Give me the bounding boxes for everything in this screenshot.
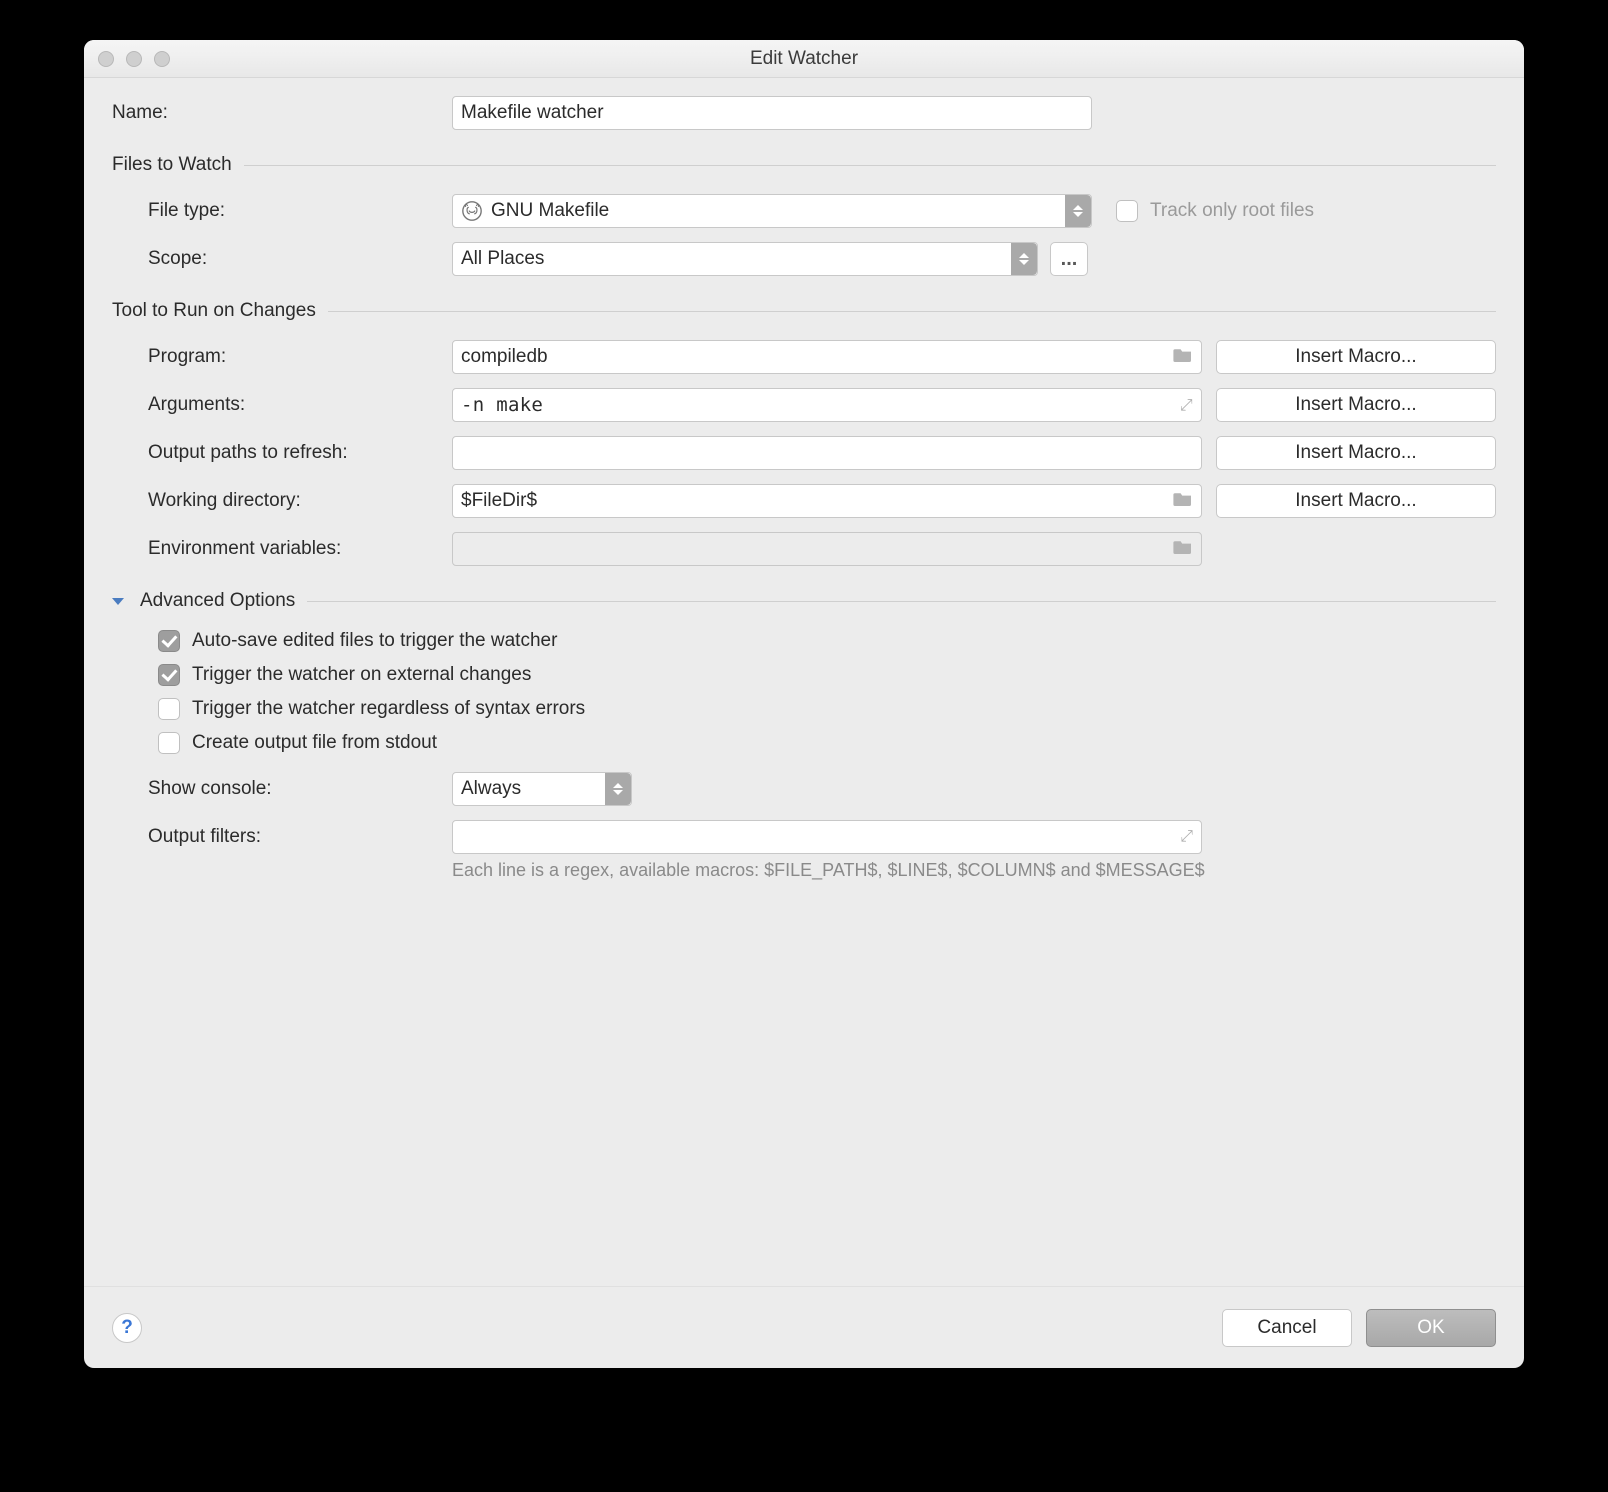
show-console-label: Show console: — [112, 778, 452, 800]
name-label: Name: — [112, 102, 452, 124]
scope-value: All Places — [461, 248, 544, 270]
folder-icon[interactable] — [1173, 538, 1193, 560]
trigger-syntax-label: Trigger the watcher regardless of syntax… — [192, 698, 585, 720]
arguments-input[interactable]: -n make ⤢ — [452, 388, 1202, 422]
insert-macro-outputpaths-button[interactable]: Insert Macro... — [1216, 436, 1496, 470]
folder-icon[interactable] — [1173, 346, 1193, 368]
program-value: compiledb — [461, 346, 548, 368]
divider — [244, 165, 1496, 166]
chevron-updown-icon — [605, 773, 631, 805]
file-type-label: File type: — [112, 200, 452, 222]
output-filters-input[interactable]: ⤢ — [452, 820, 1202, 854]
close-icon[interactable] — [98, 51, 114, 67]
scope-select[interactable]: All Places — [452, 242, 1038, 276]
disclosure-triangle-icon[interactable] — [112, 598, 124, 605]
output-paths-label: Output paths to refresh: — [112, 442, 452, 464]
program-input[interactable]: compiledb — [452, 340, 1202, 374]
working-dir-input[interactable]: $FileDir$ — [452, 484, 1202, 518]
insert-macro-arguments-button[interactable]: Insert Macro... — [1216, 388, 1496, 422]
output-filters-hint: Each line is a regex, available macros: … — [112, 860, 1496, 881]
trigger-external-label: Trigger the watcher on external changes — [192, 664, 531, 686]
autosave-label: Auto-save edited files to trigger the wa… — [192, 630, 557, 652]
window-title: Edit Watcher — [84, 48, 1524, 70]
arguments-value: -n make — [461, 394, 543, 416]
program-label: Program: — [112, 346, 452, 368]
trigger-external-checkbox[interactable] — [158, 664, 180, 686]
working-dir-label: Working directory: — [112, 490, 452, 512]
create-output-label: Create output file from stdout — [192, 732, 437, 754]
env-vars-label: Environment variables: — [112, 538, 452, 560]
file-type-value: GNU Makefile — [491, 200, 609, 222]
divider — [328, 311, 1496, 312]
minimize-icon[interactable] — [126, 51, 142, 67]
insert-macro-program-button[interactable]: Insert Macro... — [1216, 340, 1496, 374]
output-filters-label: Output filters: — [112, 826, 452, 848]
track-only-root-checkbox[interactable] — [1116, 200, 1138, 222]
cancel-button[interactable]: Cancel — [1222, 1309, 1352, 1347]
track-only-root-label: Track only root files — [1150, 200, 1314, 222]
name-input[interactable]: Makefile watcher — [452, 96, 1092, 130]
tool-to-run-heading: Tool to Run on Changes — [112, 300, 316, 322]
folder-icon[interactable] — [1173, 490, 1193, 512]
autosave-checkbox[interactable] — [158, 630, 180, 652]
chevron-updown-icon — [1011, 243, 1037, 275]
dialog-footer: ? Cancel OK — [84, 1286, 1524, 1368]
expand-icon[interactable]: ⤢ — [1180, 395, 1193, 415]
scope-more-button[interactable]: ... — [1050, 242, 1088, 276]
divider — [307, 601, 1496, 602]
help-button[interactable]: ? — [112, 1313, 142, 1343]
files-to-watch-heading: Files to Watch — [112, 154, 232, 176]
trigger-syntax-checkbox[interactable] — [158, 698, 180, 720]
gnu-icon — [461, 200, 483, 222]
output-paths-input[interactable] — [452, 436, 1202, 470]
scope-label: Scope: — [112, 248, 452, 270]
working-dir-value: $FileDir$ — [461, 490, 537, 512]
titlebar: Edit Watcher — [84, 40, 1524, 78]
chevron-updown-icon — [1065, 195, 1091, 227]
ok-button[interactable]: OK — [1366, 1309, 1496, 1347]
file-type-select[interactable]: GNU Makefile — [452, 194, 1092, 228]
expand-icon[interactable]: ⤢ — [1180, 828, 1193, 846]
advanced-options-heading: Advanced Options — [140, 590, 295, 612]
edit-watcher-dialog: Edit Watcher Name: Makefile watcher File… — [84, 40, 1524, 1368]
insert-macro-workingdir-button[interactable]: Insert Macro... — [1216, 484, 1496, 518]
zoom-icon[interactable] — [154, 51, 170, 67]
env-vars-input[interactable] — [452, 532, 1202, 566]
show-console-select[interactable]: Always — [452, 772, 632, 806]
create-output-checkbox[interactable] — [158, 732, 180, 754]
show-console-value: Always — [461, 778, 521, 800]
arguments-label: Arguments: — [112, 394, 452, 416]
